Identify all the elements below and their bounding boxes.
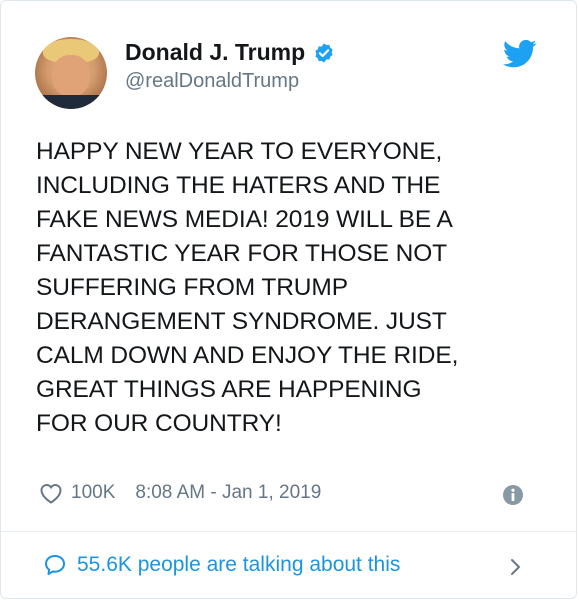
- conversation-link-label[interactable]: 55.6K people are talking about this: [77, 553, 400, 577]
- verified-badge-icon: [315, 42, 333, 63]
- avatar[interactable]: [35, 37, 107, 109]
- tweet-text: HAPPY NEW YEAR TO EVERYONE, INCLUDING TH…: [36, 138, 459, 437]
- avatar-suit: [35, 95, 107, 109]
- heart-icon[interactable]: [39, 482, 63, 504]
- tweet-timestamp[interactable]: 8:08 AM - Jan 1, 2019: [135, 482, 321, 504]
- author-display-name[interactable]: Donald J. Trump: [125, 39, 305, 66]
- speech-bubble-icon: [45, 555, 65, 575]
- tweet-meta: 100K 8:08 AM - Jan 1, 2019: [39, 482, 321, 504]
- like-count[interactable]: 100K: [71, 482, 115, 504]
- avatar-face: [52, 55, 90, 97]
- chevron-right-icon[interactable]: [508, 555, 524, 579]
- info-icon[interactable]: [502, 484, 524, 506]
- twitter-bird-icon[interactable]: [503, 39, 537, 69]
- conversation-link[interactable]: 55.6K people are talking about this: [43, 553, 400, 577]
- author-handle[interactable]: @realDonaldTrump: [125, 70, 299, 93]
- author-name-row[interactable]: Donald J. Trump: [125, 39, 335, 66]
- divider: [1, 531, 578, 532]
- tweet-card: Donald J. Trump @realDonaldTrump HAPPY N…: [0, 0, 578, 599]
